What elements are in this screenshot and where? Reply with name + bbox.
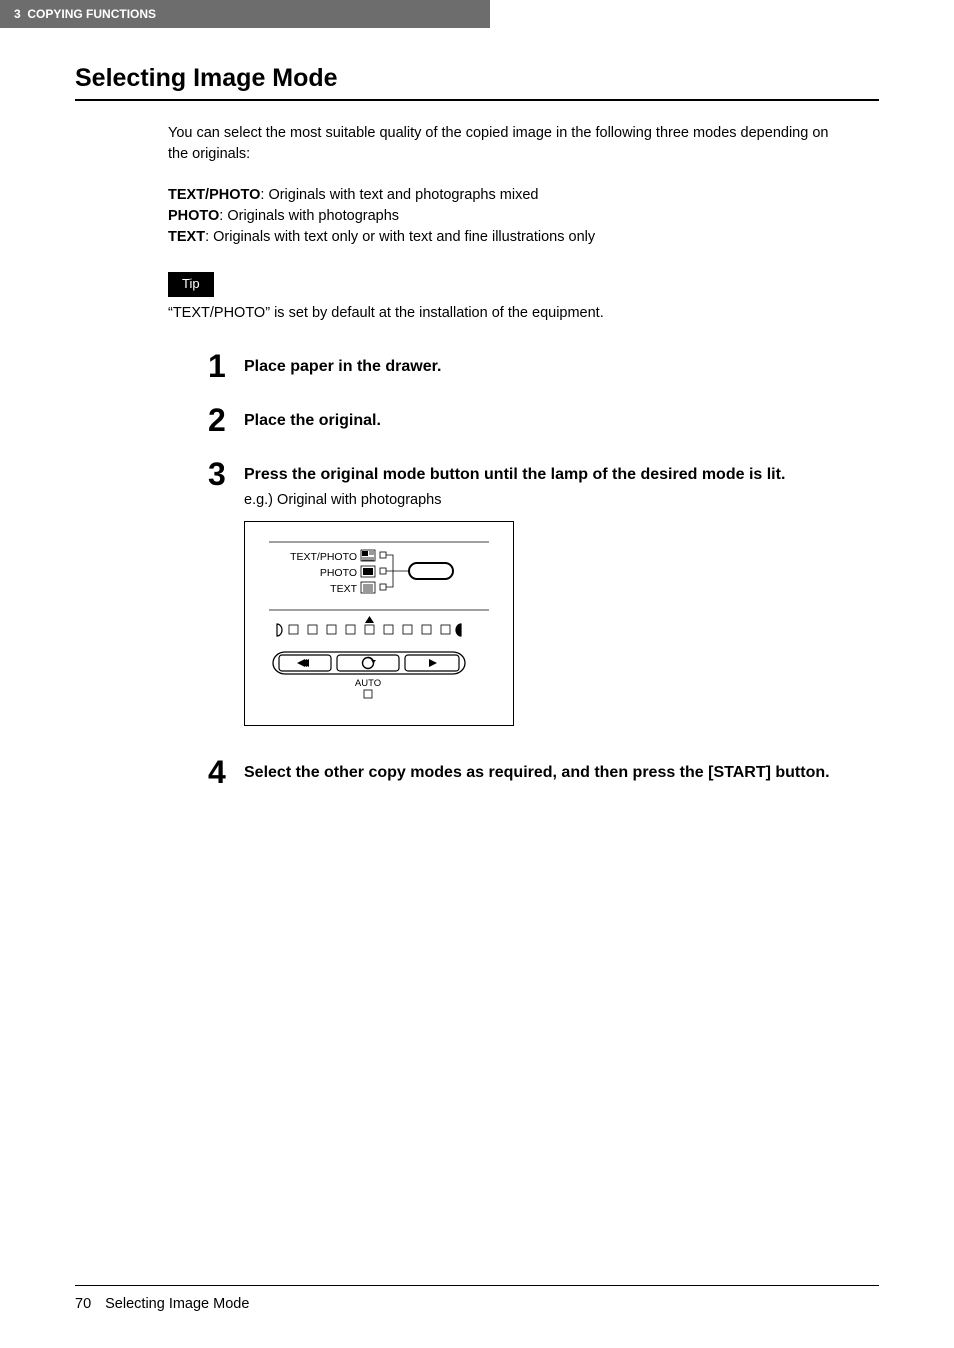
control-panel-figure: TEXT/PHOTO PHOTO TEXT [244,521,514,726]
led-indicator-auto [364,690,372,698]
chapter-number: 3 [14,7,21,21]
panel-mode-photo: PHOTO [320,567,357,579]
led-indicator-photo [380,568,386,574]
footer-title: Selecting Image Mode [105,1296,249,1312]
control-panel-svg: TEXT/PHOTO PHOTO TEXT [261,536,497,706]
original-mode-button[interactable] [409,563,453,579]
definition-desc: : Originals with text only or with text … [205,229,595,245]
definition-photo: PHOTO: Originals with photographs [168,206,844,227]
definition-desc: : Originals with photographs [219,208,399,224]
panel-mode-text: TEXT [330,583,357,595]
text-icon [361,582,375,593]
chapter-header: 3 COPYING FUNCTIONS [0,0,490,28]
definition-label: TEXT/PHOTO [168,187,260,203]
intro-paragraph: You can select the most suitable quality… [168,123,844,165]
definition-text: TEXT: Originals with text only or with t… [168,227,844,248]
step-title: Press the original mode button until the… [244,464,844,486]
step-title: Place paper in the drawer. [244,356,844,378]
definition-label: TEXT [168,229,205,245]
step-4: 4 Select the other copy modes as require… [208,760,844,788]
panel-mode-text-photo: TEXT/PHOTO [290,551,357,563]
led-indicator-text [380,584,386,590]
step-number: 1 [208,350,244,382]
step-number: 3 [208,458,244,490]
tip-text: “TEXT/PHOTO” is set by default at the in… [168,303,844,324]
photo-icon [361,566,375,577]
step-title: Place the original. [244,410,844,432]
density-scale [277,616,461,636]
step-title: Select the other copy modes as required,… [244,762,844,784]
chapter-title: COPYING FUNCTIONS [27,7,156,21]
led-indicator-text-photo [380,552,386,558]
page-title: Selecting Image Mode [75,64,954,93]
panel-auto-label: AUTO [355,678,381,689]
step-number: 4 [208,756,244,788]
mode-definitions: TEXT/PHOTO: Originals with text and phot… [168,185,844,248]
definition-text-photo: TEXT/PHOTO: Originals with text and phot… [168,185,844,206]
step-number: 2 [208,404,244,436]
tip-badge: Tip [168,272,214,297]
page-number: 70 [75,1296,91,1312]
definition-label: PHOTO [168,208,219,224]
page-footer: 70 Selecting Image Mode [75,1285,879,1312]
step-1: 1 Place paper in the drawer. [208,354,844,382]
step-2: 2 Place the original. [208,408,844,436]
step-3: 3 Press the original mode button until t… [208,462,844,726]
title-underline [75,99,879,101]
step-subtext: e.g.) Original with photographs [244,490,844,511]
definition-desc: : Originals with text and photographs mi… [260,187,538,203]
text-photo-icon [361,550,375,561]
